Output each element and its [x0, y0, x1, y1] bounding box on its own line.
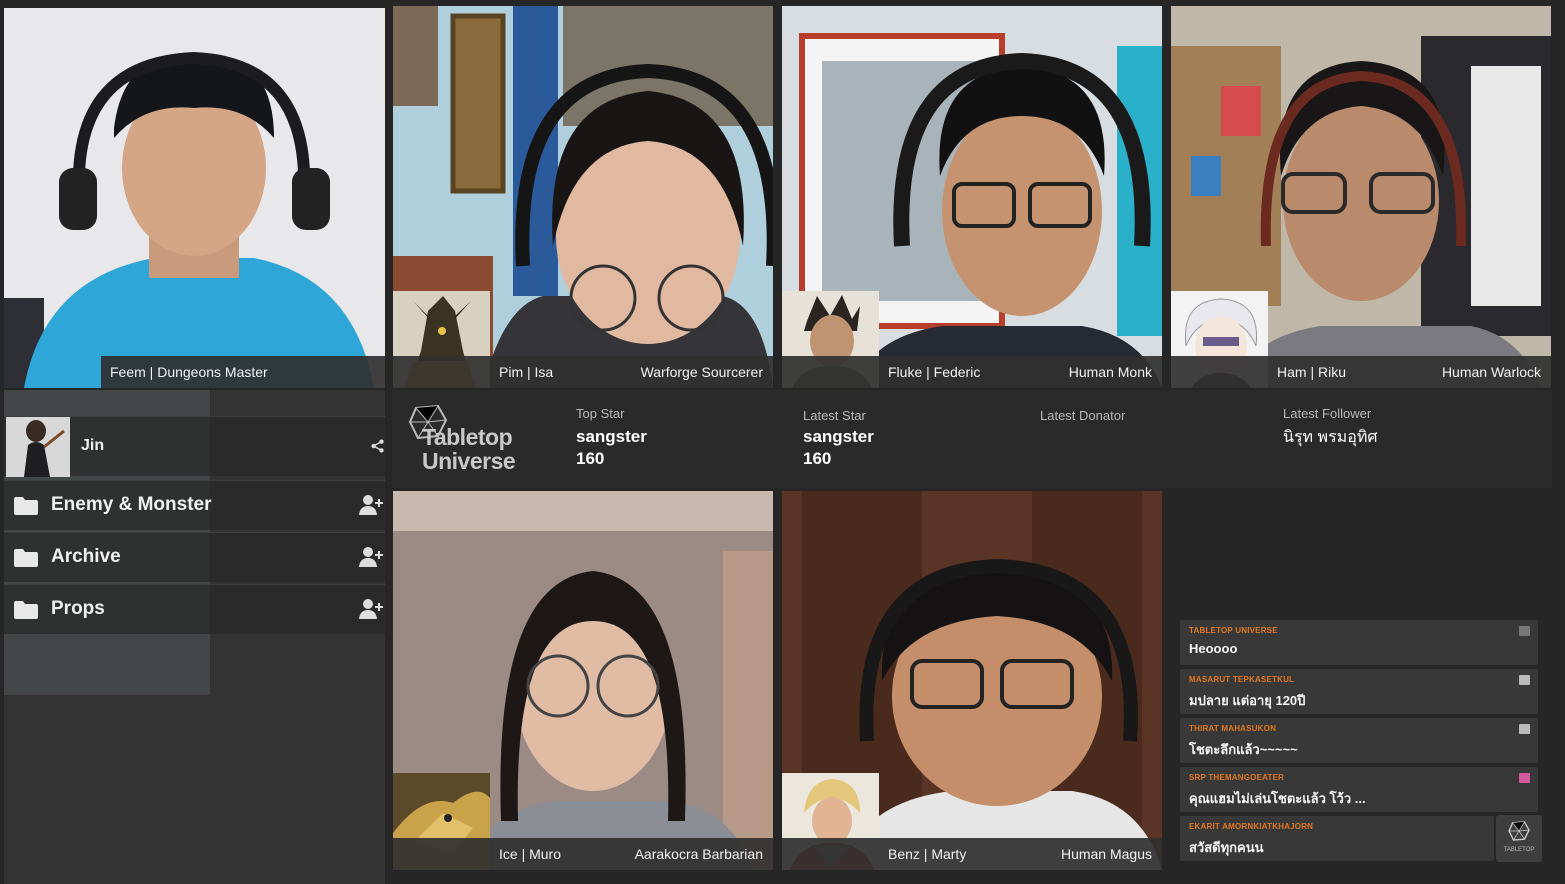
participant-name: Feem | Dungeons Master: [110, 364, 268, 380]
chat-username: MASARUT TEPKASETKUL: [1189, 675, 1295, 684]
chat-username: EKARIT AMORNKIATKHAJORN: [1189, 822, 1314, 831]
nameplate: Feem | Dungeons Master: [101, 356, 385, 388]
chat-text: คุณแฮมไม่เล่นโชตะแล้ว โว้ว ...: [1189, 791, 1366, 806]
latest-star-value: 160: [803, 449, 832, 468]
chat-channel-badge: TABLETOP: [1496, 815, 1542, 862]
chat-username: THIRAT MAHASUKON: [1189, 724, 1277, 733]
folder-label: Enemy & Monster: [51, 494, 212, 515]
share-icon[interactable]: [371, 439, 385, 453]
camera-tile-ice: Ice | Muro Aarakocra Barbarian: [393, 491, 773, 870]
sidebar-user-row[interactable]: Jin: [4, 416, 385, 477]
add-user-icon[interactable]: [359, 494, 383, 516]
chat-badge-icon: [1519, 724, 1530, 734]
participant-name: Ice | Muro: [499, 846, 561, 862]
stream-overlay: Feem | Dungeons Master Pim | Isa Warforg…: [0, 0, 1565, 884]
character-class: Human Monk: [1068, 364, 1152, 380]
latest-star-title: Latest Star: [803, 408, 866, 423]
chat-badge-label: TABLETOP: [1503, 847, 1535, 853]
character-class: Warforge Sourcerer: [640, 364, 763, 380]
webcam-video: [4, 8, 385, 388]
chat-username: TABLETOP UNIVERSE: [1189, 626, 1278, 635]
top-star-name: sangster: [576, 427, 647, 446]
camera-tile-ham: Ham | Riku Human Warlock: [1171, 6, 1551, 388]
add-user-icon[interactable]: [359, 546, 383, 568]
chat-badge-icon: [1519, 675, 1530, 685]
participant-name: Ham | Riku: [1277, 364, 1346, 380]
user-name: Jin: [81, 437, 105, 454]
nameplate: Ham | Riku Human Warlock: [1171, 356, 1551, 388]
camera-tile-fluke: Fluke | Federic Human Monk: [782, 6, 1162, 388]
character-class: Human Magus: [1060, 846, 1152, 862]
folder-enemy-monster[interactable]: Enemy & Monster: [4, 480, 385, 530]
participant-name: Fluke | Federic: [888, 364, 981, 380]
character-class: Human Warlock: [1441, 364, 1541, 380]
folder-label: Props: [51, 598, 105, 619]
chat-message: MASARUT TEPKASETKUL มปลาย แต่อายุ 120ปี: [1180, 669, 1538, 714]
user-avatar: [6, 417, 70, 477]
chat-text: สวัสดีทุกคนน: [1189, 840, 1264, 855]
folder-icon: [14, 549, 38, 567]
brand-logo-icon: [1508, 821, 1530, 841]
nameplate: Fluke | Federic Human Monk: [782, 356, 1162, 388]
brand-line-1: Tabletop: [422, 424, 513, 450]
latest-donator-title: Latest Donator: [1040, 408, 1126, 423]
chat-badge-icon: [1519, 626, 1530, 636]
participant-name: Pim | Isa: [499, 364, 554, 380]
camera-tile-pim: Pim | Isa Warforge Sourcerer: [393, 6, 773, 388]
chat-username: SRP THEMANGOEATER: [1189, 773, 1285, 782]
stream-info-bar: Tabletop Universe Top Star sangster 160 …: [392, 390, 1552, 488]
participant-name: Benz | Marty: [888, 846, 967, 862]
chat-text: มปลาย แต่อายุ 120ปี: [1189, 693, 1306, 708]
chat-message: EKARIT AMORNKIATKHAJORN สวัสดีทุกคนน: [1180, 816, 1494, 861]
folder-archive[interactable]: Archive: [4, 532, 385, 582]
nameplate: Benz | Marty Human Magus: [782, 838, 1162, 870]
latest-follower-name: นิรุท พรมอุทิศ: [1283, 429, 1378, 446]
chat-text: โชตะลึกแล้ว~~~~~: [1189, 742, 1298, 757]
chat-text: Heoooo: [1189, 641, 1238, 656]
top-star-value: 160: [576, 449, 605, 468]
folder-icon: [14, 497, 38, 515]
latest-follower-title: Latest Follower: [1283, 406, 1372, 421]
chat-message: SRP THEMANGOEATER คุณแฮมไม่เล่นโชตะแล้ว …: [1180, 767, 1538, 812]
brand-line-2: Universe: [422, 448, 516, 474]
character-class: Aarakocra Barbarian: [634, 846, 763, 862]
folder-icon: [14, 601, 38, 619]
chat-badge-icon: [1519, 773, 1530, 783]
nameplate: Pim | Isa Warforge Sourcerer: [393, 356, 773, 388]
folder-props[interactable]: Props: [4, 584, 385, 634]
nameplate: Ice | Muro Aarakocra Barbarian: [393, 838, 773, 870]
folder-label: Archive: [51, 546, 121, 567]
add-user-icon[interactable]: [359, 598, 383, 620]
asset-sidebar: Jin Enemy & Monster Archive Props: [4, 390, 385, 884]
chat-message: THIRAT MAHASUKON โชตะลึกแล้ว~~~~~: [1180, 718, 1538, 763]
chat-message: TABLETOP UNIVERSE Heoooo: [1180, 620, 1538, 665]
top-star-title: Top Star: [576, 406, 625, 421]
latest-star-name: sangster: [803, 427, 874, 446]
camera-tile-feem: Feem | Dungeons Master: [4, 8, 385, 388]
camera-tile-benz: Benz | Marty Human Magus: [782, 491, 1162, 870]
